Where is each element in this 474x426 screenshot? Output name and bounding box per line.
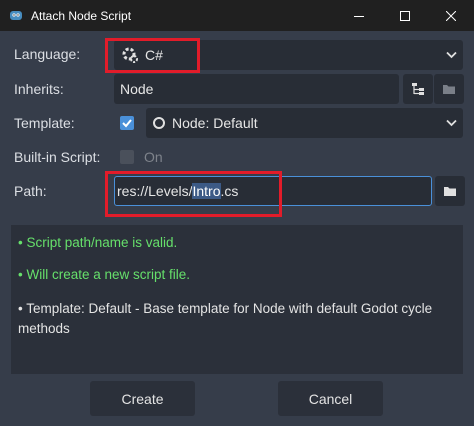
message-new-file: • Will create a new script file. bbox=[18, 267, 191, 282]
godot-icon bbox=[10, 11, 22, 20]
validation-panel: • Script path/name is valid. • Will crea… bbox=[11, 225, 463, 374]
path-input[interactable]: res://Levels/Intro.cs bbox=[114, 176, 432, 206]
checkmark-icon bbox=[122, 119, 132, 128]
path-selected-text: Intro bbox=[192, 183, 221, 199]
template-value: Node: Default bbox=[172, 115, 258, 131]
language-dropdown[interactable]: C# bbox=[114, 40, 463, 70]
language-label: Language: bbox=[14, 46, 81, 62]
inherits-label: Inherits: bbox=[14, 81, 64, 97]
window-title: Attach Node Script bbox=[31, 9, 132, 23]
template-checkbox[interactable] bbox=[120, 116, 134, 130]
folder-icon bbox=[444, 187, 456, 196]
path-suffix: .cs bbox=[220, 183, 239, 199]
template-label: Template: bbox=[14, 115, 75, 131]
browse-inherits-folder-button[interactable] bbox=[434, 74, 464, 104]
path-label: Path: bbox=[14, 183, 47, 199]
browse-path-button[interactable] bbox=[435, 176, 465, 206]
create-button[interactable]: Create bbox=[90, 381, 195, 416]
node-circle-icon bbox=[153, 117, 165, 129]
template-dropdown[interactable]: Node: Default bbox=[146, 108, 463, 138]
inherits-value: Node bbox=[120, 81, 154, 97]
builtin-checkbox[interactable] bbox=[120, 150, 134, 164]
close-icon bbox=[446, 10, 456, 21]
inherits-input[interactable]: Node bbox=[114, 74, 399, 104]
path-text: res://Levels/Intro.cs bbox=[117, 182, 238, 200]
minimize-button[interactable] bbox=[336, 0, 382, 31]
chevron-down-icon bbox=[446, 51, 457, 59]
message-valid-path: • Script path/name is valid. bbox=[18, 235, 178, 250]
maximize-icon bbox=[400, 10, 410, 21]
browse-class-button[interactable] bbox=[403, 74, 433, 104]
chevron-down-icon bbox=[446, 119, 457, 127]
close-button[interactable] bbox=[428, 0, 474, 31]
builtin-on-label: On bbox=[144, 149, 163, 165]
class-tree-icon bbox=[412, 83, 424, 95]
minimize-icon bbox=[354, 15, 364, 17]
path-prefix: res://Levels/ bbox=[117, 183, 193, 199]
csharp-gear-icon bbox=[122, 47, 138, 63]
builtin-label: Built-in Script: bbox=[14, 149, 101, 165]
maximize-button[interactable] bbox=[382, 0, 428, 31]
language-value: C# bbox=[145, 47, 163, 63]
attach-node-script-dialog: Attach Node Script Language: C# Inherits… bbox=[0, 0, 474, 426]
title-bar: Attach Node Script bbox=[0, 0, 474, 31]
message-template: • Template: Default - Base template for … bbox=[18, 301, 433, 336]
cancel-button[interactable]: Cancel bbox=[278, 381, 383, 416]
folder-icon bbox=[443, 85, 455, 94]
